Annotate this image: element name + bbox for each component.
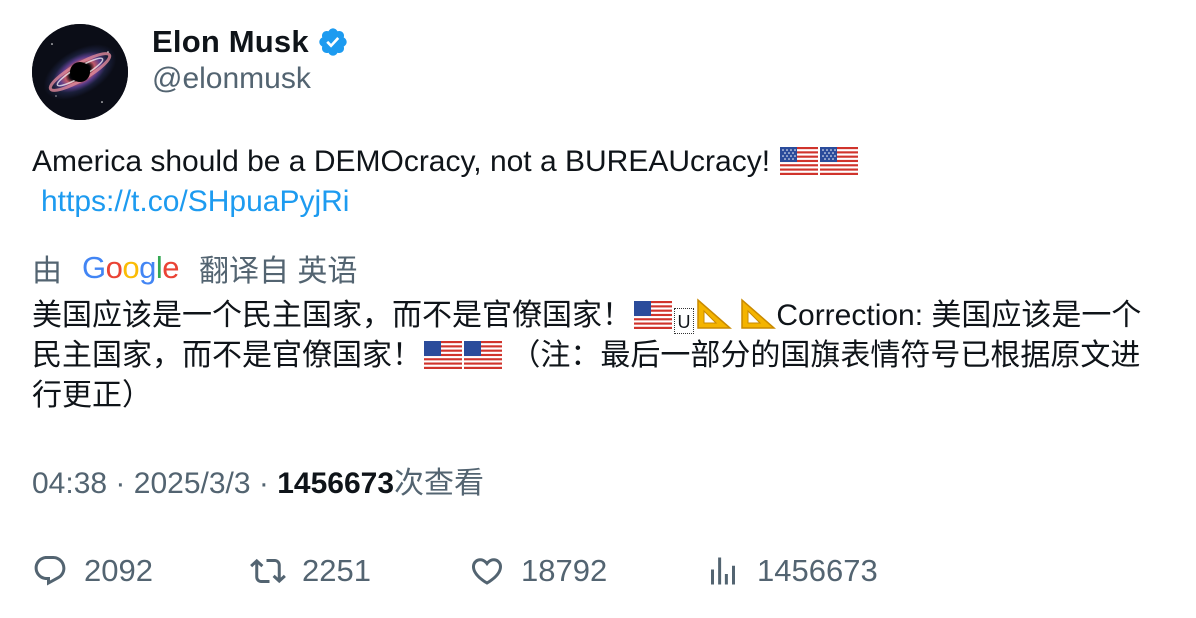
us-flag-emoji-icon bbox=[464, 340, 502, 369]
meta-separator: · bbox=[258, 467, 269, 500]
tweet-text: America should be a DEMOcracy, not a BUR… bbox=[32, 142, 1162, 222]
unknown-glyph-icon: U bbox=[674, 308, 694, 334]
verified-badge-icon bbox=[317, 26, 349, 58]
author-display-name[interactable]: Elon Musk bbox=[152, 24, 309, 60]
tweet-date[interactable]: 2025/3/3 bbox=[134, 467, 251, 500]
translated-by-label: 由 bbox=[32, 255, 62, 288]
us-flag-emoji-icon bbox=[634, 300, 672, 329]
retweet-button[interactable]: 2251 bbox=[250, 551, 371, 591]
views-label: 次查看 bbox=[394, 467, 485, 500]
google-logo-icon: Google bbox=[82, 250, 180, 285]
meta-separator: · bbox=[115, 467, 126, 500]
views-action-count: 1456673 bbox=[757, 553, 878, 588]
action-bar: 2092 2251 18792 1456673 bbox=[32, 551, 1162, 591]
us-flag-emoji-icon bbox=[820, 146, 859, 175]
galaxy-blackhole-avatar-icon bbox=[32, 24, 128, 120]
analytics-icon bbox=[711, 557, 735, 585]
us-flag-emoji-icon bbox=[780, 146, 819, 175]
tweet-meta: 04:38 · 2025/3/3 · 1456673次查看 bbox=[32, 464, 484, 504]
tweet-body: America should be a DEMOcracy, not a BUR… bbox=[32, 145, 771, 178]
views-count: 1456673 bbox=[277, 467, 395, 500]
translated-from-label[interactable]: 翻译自 英语 bbox=[199, 246, 357, 290]
translated-part1: 美国应该是一个民主国家，而不是官僚国家！ bbox=[32, 299, 632, 332]
heart-icon bbox=[471, 558, 503, 585]
views-button[interactable]: 1456673 bbox=[705, 551, 878, 591]
author-name-row[interactable]: Elon Musk bbox=[152, 22, 349, 62]
reply-button[interactable]: 2092 bbox=[32, 551, 153, 591]
retweet-count: 2251 bbox=[302, 553, 371, 588]
translated-text: 美国应该是一个民主国家，而不是官僚国家！ U Correction: 美国应该是… bbox=[32, 296, 1167, 416]
translation-attribution: 由 Google 翻译自 英语 bbox=[32, 248, 357, 288]
avatar[interactable] bbox=[32, 24, 128, 120]
reply-count: 2092 bbox=[84, 553, 153, 588]
us-flag-emoji-icon bbox=[424, 340, 462, 369]
triangular-ruler-icon bbox=[740, 298, 777, 330]
tweet-link[interactable]: https://t.co/SHpuaPyjRi bbox=[41, 182, 349, 222]
retweet-icon bbox=[250, 558, 286, 584]
like-button[interactable]: 18792 bbox=[469, 551, 607, 591]
like-count: 18792 bbox=[521, 553, 608, 588]
author-handle[interactable]: @elonmusk bbox=[152, 62, 311, 96]
tweet-time[interactable]: 04:38 bbox=[32, 467, 107, 500]
triangular-ruler-icon bbox=[696, 298, 732, 330]
reply-icon bbox=[34, 556, 66, 586]
